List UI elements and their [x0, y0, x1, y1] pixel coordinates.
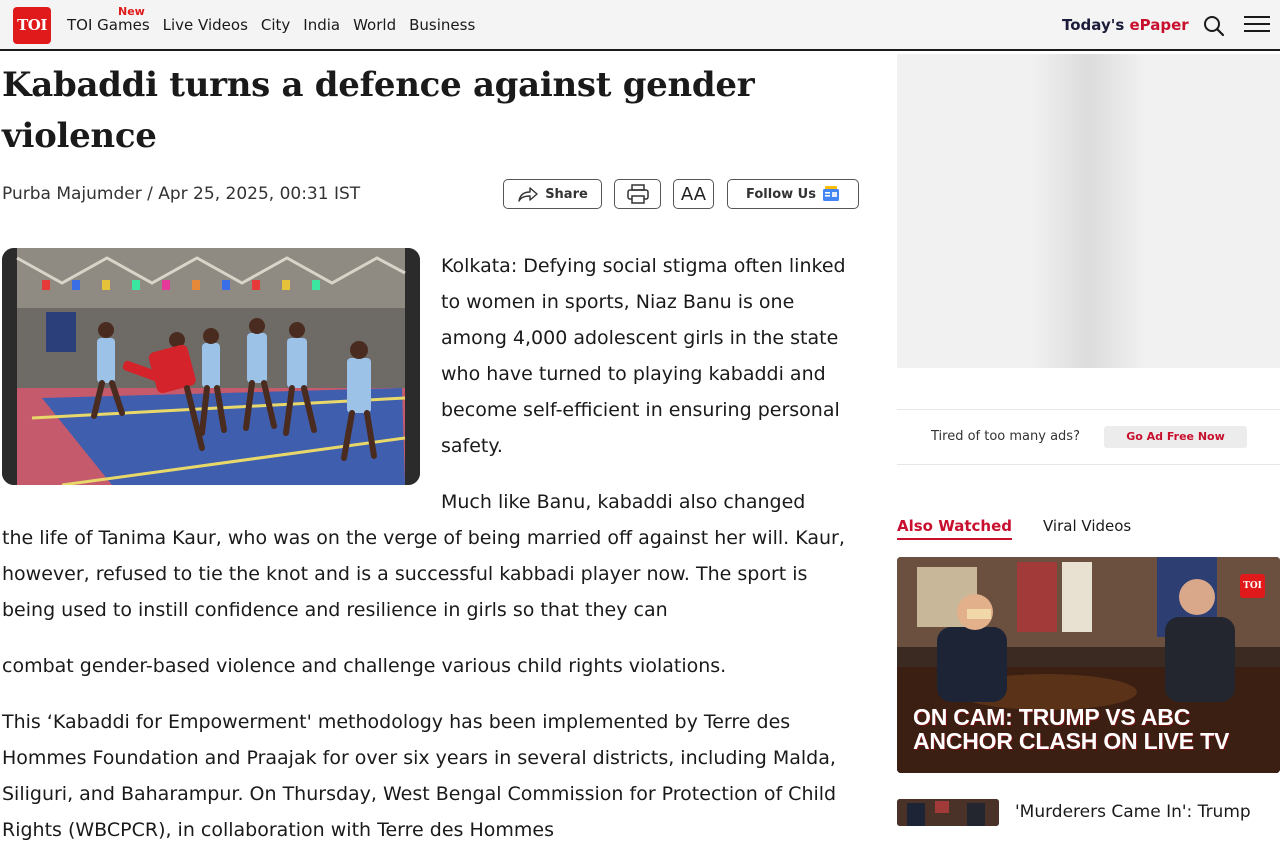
toi-video-logo: TOI [1240, 574, 1265, 598]
share-button[interactable]: Share [503, 179, 602, 209]
article-hero-image [2, 248, 420, 485]
share-icon [518, 187, 538, 202]
next-video-image [897, 799, 999, 826]
video-caption: ON CAM: TRUMP VS ABC ANCHOR CLASH ON LIV… [913, 705, 1229, 753]
top-nav-bar: TOI New TOI Games Live Videos City India… [0, 0, 1280, 51]
epaper-suffix: ePaper [1129, 16, 1189, 34]
article-paragraph-2-rest: the life of Tanima Kaur, who was on the … [2, 527, 845, 621]
article-title: Kabaddi turns a defence against gender v… [2, 65, 755, 156]
nav-item-live-videos[interactable]: Live Videos [163, 16, 248, 34]
tired-of-ads-text: Tired of too many ads? [931, 429, 1080, 444]
article-paragraph-4: This ‘Kabaddi for Empowerment' methodolo… [2, 711, 837, 841]
nav-item-business[interactable]: Business [409, 16, 475, 34]
video-caption-line-1: ON CAM: TRUMP VS ABC [913, 704, 1191, 730]
share-label: Share [545, 186, 588, 202]
tab-also-watched[interactable]: Also Watched [897, 517, 1012, 540]
nav-item-world[interactable]: World [353, 16, 396, 34]
font-size-button[interactable]: AA [673, 179, 714, 209]
article-paragraph-2-start: Much like Banu, kabaddi also changed [441, 491, 806, 513]
article-paragraph-3: combat gender-based violence and challen… [2, 655, 727, 677]
nav-item-india[interactable]: India [303, 16, 340, 34]
printer-icon [626, 184, 649, 204]
nav-item-city[interactable]: City [261, 16, 290, 34]
print-button[interactable] [614, 179, 661, 209]
next-video-thumbnail[interactable] [897, 799, 999, 826]
kabaddi-photo [2, 248, 420, 485]
video-caption-line-2: ANCHOR CLASH ON LIVE TV [913, 728, 1230, 754]
epaper-prefix: Today's [1062, 16, 1130, 34]
toi-logo[interactable]: TOI [13, 7, 51, 44]
article-paragraph-1: Kolkata: Defying social stigma often lin… [441, 255, 846, 457]
hamburger-menu-icon[interactable] [1244, 16, 1270, 34]
video-card[interactable]: TOI ON CAM: TRUMP VS ABC ANCHOR CLASH ON… [897, 557, 1280, 773]
search-icon[interactable] [1203, 15, 1225, 37]
go-ad-free-button[interactable]: Go Ad Free Now [1104, 426, 1247, 448]
epaper-link[interactable]: Today's ePaper [1062, 16, 1189, 34]
follow-label: Follow Us [746, 186, 816, 202]
main-nav: TOI Games Live Videos City India World B… [67, 16, 475, 34]
follow-us-button[interactable]: Follow Us [727, 179, 859, 209]
tab-viral-videos[interactable]: Viral Videos [1043, 517, 1131, 535]
google-news-icon [822, 186, 839, 201]
nav-item-toi-games[interactable]: TOI Games [67, 16, 150, 34]
ad-slot [897, 54, 1280, 368]
article-byline: Purba Majumder / Apr 25, 2025, 00:31 IST [2, 184, 361, 204]
next-video-title[interactable]: 'Murderers Came In': Trump [1015, 802, 1251, 822]
